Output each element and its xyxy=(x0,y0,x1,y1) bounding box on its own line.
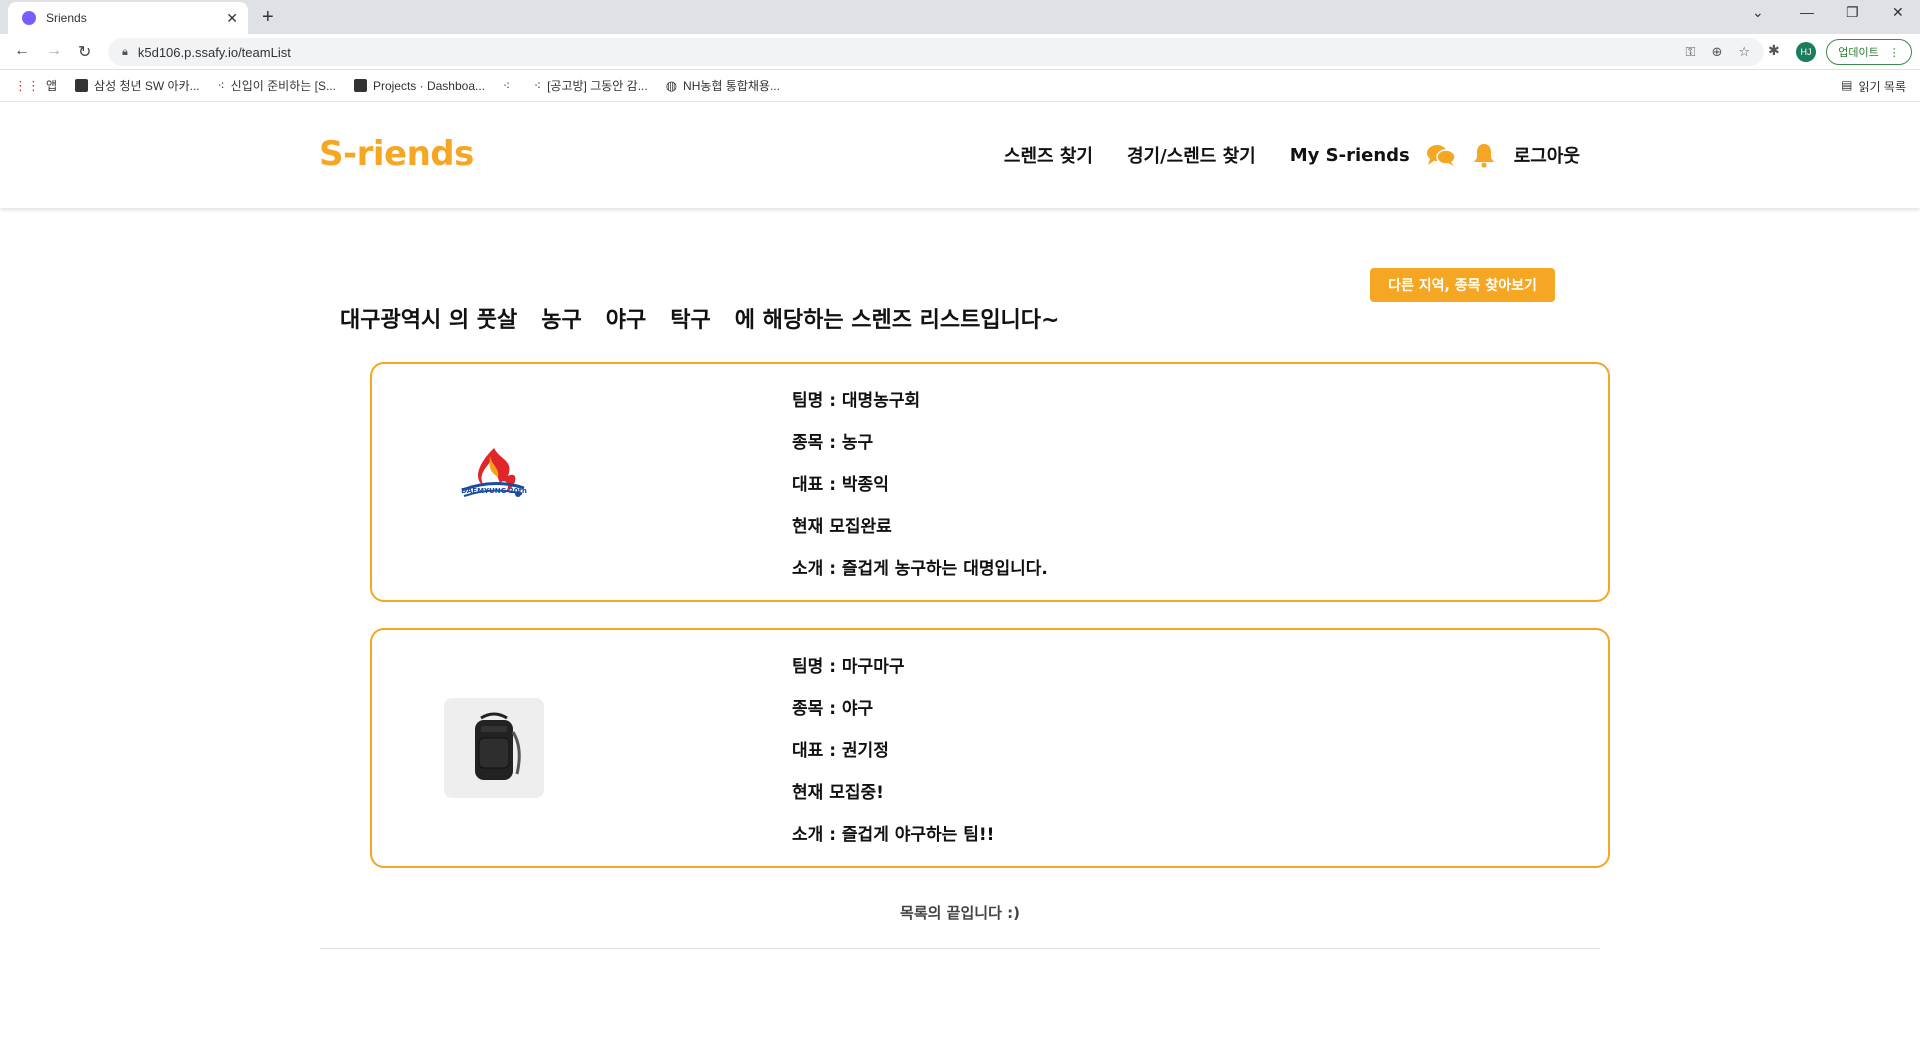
site-favicon-icon xyxy=(22,11,36,25)
close-window-button[interactable]: ✕ xyxy=(1892,4,1904,21)
site-header: S-riends 스렌즈 찾기 경기/스렌드 찾기 My S-riends 로그… xyxy=(0,102,1920,208)
forward-icon[interactable]: → xyxy=(46,42,62,60)
nav-my-sriends[interactable]: My S-riends xyxy=(1290,145,1410,166)
team-info: 팀명 : 마구마구 종목 : 야구 대표 : 권기정 현재 모집중! 소개 : … xyxy=(792,652,994,845)
bookmark-item[interactable]: ◍ NH농협 통합채용... xyxy=(666,77,780,94)
team-sport: 종목 : 야구 xyxy=(792,699,874,719)
bookmark-label: Projects · Dashboa... xyxy=(372,78,486,93)
team-status: 현재 모집중! xyxy=(792,783,884,803)
chat-icon[interactable] xyxy=(1426,143,1456,167)
reading-list[interactable]: ▤ 읽기 목록 xyxy=(1841,78,1906,95)
browser-tab[interactable]: Sriends ✕ xyxy=(8,2,248,34)
team-logo xyxy=(444,698,544,798)
team-name: 팀명 : 대명농구회 xyxy=(792,391,921,411)
main-nav: 스렌즈 찾기 경기/스렌드 찾기 My S-riends 로그아웃 xyxy=(1004,142,1580,168)
update-button[interactable]: 업데이트 ⋮ xyxy=(1826,39,1912,65)
bookmark-favicon-icon: ⁖ xyxy=(217,78,225,93)
bookmark-favicon-icon: ⁖ xyxy=(503,78,511,93)
heading-suffix: 에 해당하는 스렌즈 리스트입니다~ xyxy=(734,308,1060,333)
team-leader: 대표 : 권기정 xyxy=(792,741,889,761)
nav-find-sriends[interactable]: 스렌즈 찾기 xyxy=(1004,142,1093,168)
bookmark-item[interactable]: ⁖ [공고방] 그동안 감... xyxy=(534,77,648,94)
backpack-icon xyxy=(475,712,521,780)
team-card[interactable]: 팀명 : 마구마구 종목 : 야구 대표 : 권기정 현재 모집중! 소개 : … xyxy=(370,628,1610,868)
team-intro: 소개 : 즐겁게 야구하는 팀!! xyxy=(792,825,995,845)
close-tab-icon[interactable]: ✕ xyxy=(226,10,238,27)
profile-avatar[interactable]: HJ xyxy=(1796,42,1816,62)
bookmark-label: 앱 xyxy=(46,79,58,93)
heading-sport: 탁구 xyxy=(670,308,711,333)
bookmark-item[interactable]: 삼성 청년 SW 아카... xyxy=(75,77,200,94)
end-of-list-text: 목록의 끝입니다 :) xyxy=(900,904,1020,922)
bookmark-apps[interactable]: ⋮⋮ 앱 xyxy=(14,77,57,94)
team-sport: 종목 : 농구 xyxy=(792,433,874,453)
zoom-icon[interactable]: ⊕ xyxy=(1711,44,1722,60)
url-text: k5d106.p.ssafy.io/teamList xyxy=(137,44,291,60)
apps-grid-icon: ⋮⋮ xyxy=(14,77,40,93)
bookmarks-bar: ⋮⋮ 앱 삼성 청년 SW 아카... ⁖ 신입이 준비하는 [S... Proje… xyxy=(0,70,1920,102)
bell-icon[interactable] xyxy=(1472,142,1496,168)
star-icon[interactable]: ☆ xyxy=(1738,44,1750,60)
more-menu-icon: ⋮ xyxy=(1888,46,1900,59)
page-heading: 대구광역시 의 풋살 농구 야구 탁구 에 해당하는 스렌즈 리스트입니다~ xyxy=(340,302,1059,334)
team-card[interactable]: DAEMYUNG 20th 팀명 : 대명농구회 종목 : 농구 대표 : 박종… xyxy=(370,362,1610,602)
extensions-icon[interactable]: ✱ xyxy=(1768,42,1780,59)
bookmark-item[interactable]: Projects · Dashboa... xyxy=(353,78,486,93)
team-emblem-icon: DAEMYUNG 20th xyxy=(461,448,527,497)
nav-icons xyxy=(1426,142,1496,168)
reading-list-label: 읽기 목록 xyxy=(1858,80,1907,94)
bookmark-label: 신입이 준비하는 [S... xyxy=(230,79,336,93)
bookmark-label: [공고방] 그동안 감... xyxy=(547,79,648,93)
address-toolbar: ← → ↻ 🔒︎ k5d106.p.ssafy.io/teamList ⚿ ⊕ … xyxy=(0,34,1920,70)
bookmark-label: NH농협 통합채용... xyxy=(683,79,780,93)
logout-button[interactable]: 로그아웃 xyxy=(1514,142,1580,168)
restore-button[interactable]: ❐ xyxy=(1846,4,1859,21)
bookmark-favicon-icon xyxy=(75,79,89,92)
url-input[interactable]: 🔒︎ k5d106.p.ssafy.io/teamList ⚿ ⊕ ☆ xyxy=(108,38,1764,66)
tab-title: Sriends xyxy=(46,11,87,25)
footer-divider xyxy=(320,948,1600,949)
bookmark-favicon-icon xyxy=(353,79,367,92)
site-logo[interactable]: S-riends xyxy=(319,134,474,174)
team-info: 팀명 : 대명농구회 종목 : 농구 대표 : 박종익 현재 모집완료 소개 :… xyxy=(792,386,1048,579)
bookmark-label: 삼성 청년 SW 아카... xyxy=(94,79,200,93)
tab-search-icon[interactable]: ⌄ xyxy=(1752,4,1764,21)
back-icon[interactable]: ← xyxy=(14,42,30,60)
bookmark-item[interactable]: ⁖ xyxy=(503,79,516,93)
heading-sport: 야구 xyxy=(605,308,647,333)
update-label: 업데이트 xyxy=(1838,47,1879,59)
nav-find-match[interactable]: 경기/스렌드 찾기 xyxy=(1127,142,1256,168)
minimize-button[interactable]: — xyxy=(1800,4,1814,20)
heading-region: 대구광역시 의 풋살 xyxy=(340,308,518,333)
team-logo: DAEMYUNG 20th xyxy=(444,432,544,532)
team-status: 현재 모집완료 xyxy=(792,517,892,537)
globe-icon: ◍ xyxy=(665,77,678,93)
team-name: 팀명 : 마구마구 xyxy=(792,657,905,677)
reload-icon[interactable]: ↻ xyxy=(78,42,91,62)
bookmark-favicon-icon: ⁖ xyxy=(534,78,542,93)
find-other-region-button[interactable]: 다른 지역, 종목 찾아보기 xyxy=(1370,268,1555,302)
key-icon[interactable]: ⚿ xyxy=(1686,44,1696,60)
team-intro: 소개 : 즐겁게 농구하는 대명입니다. xyxy=(792,559,1048,579)
browser-tabbar: Sriends ✕ + ⌄ — ❐ ✕ xyxy=(0,0,1920,34)
new-tab-button[interactable]: + xyxy=(262,6,274,29)
heading-sport: 농구 xyxy=(541,308,582,333)
lock-icon: 🔒︎ xyxy=(122,45,128,58)
team-leader: 대표 : 박종익 xyxy=(792,475,889,495)
reading-list-icon: ▤ xyxy=(1841,78,1853,92)
bookmark-item[interactable]: ⁖ 신입이 준비하는 [S... xyxy=(218,77,336,94)
